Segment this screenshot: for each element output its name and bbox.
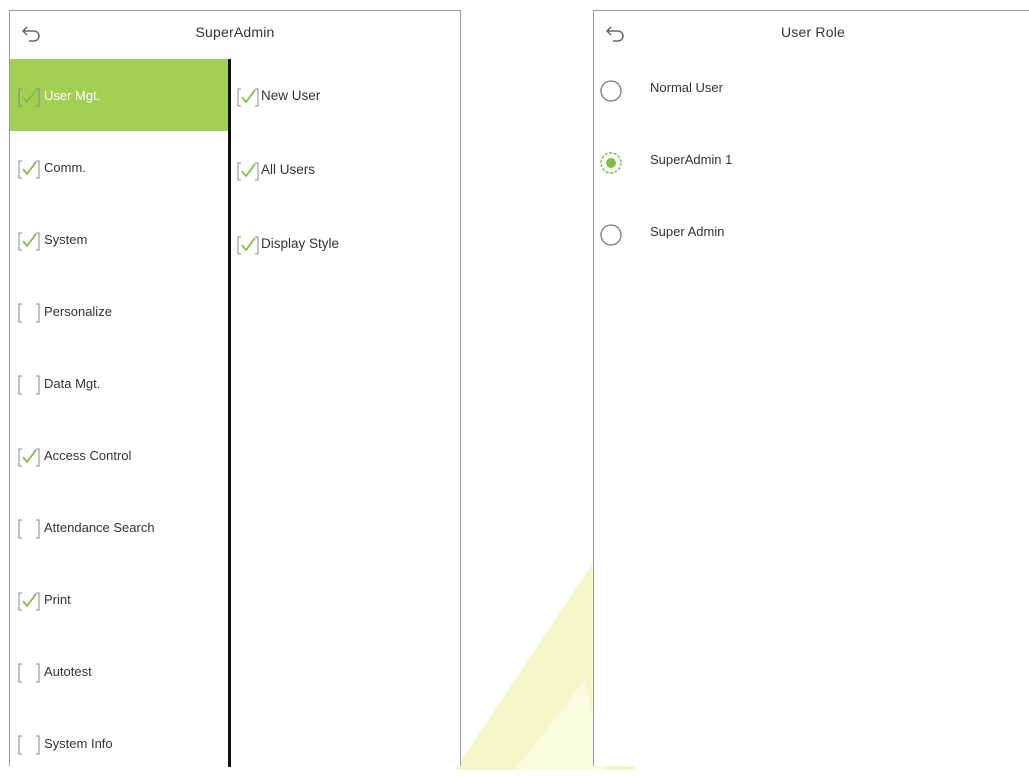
radio-selected-icon[interactable] bbox=[599, 151, 623, 175]
menu-item-label: Personalize bbox=[44, 304, 112, 319]
menu-item-label: Data Mgt. bbox=[44, 376, 101, 391]
checkbox-checked-icon bbox=[18, 448, 40, 467]
menu-item-system[interactable]: System bbox=[10, 203, 228, 275]
menu-item-system-info[interactable]: System Info bbox=[10, 707, 228, 779]
menu-item-label: System Info bbox=[44, 736, 113, 751]
checkbox-checked-icon bbox=[18, 592, 40, 611]
checkbox-unchecked-icon bbox=[18, 519, 40, 539]
menu-item-access-control[interactable]: Access Control bbox=[10, 419, 228, 491]
checkbox-unchecked-icon bbox=[18, 375, 40, 395]
menu-item-label: System bbox=[44, 232, 88, 247]
menu-item-user-mgt[interactable]: User Mgt. bbox=[10, 59, 228, 131]
radio-unselected-icon[interactable] bbox=[599, 79, 623, 103]
role-option-label: Normal User bbox=[650, 80, 723, 95]
panel-header: User Role bbox=[594, 11, 1029, 57]
user-role-panel: User Role Normal User SuperAdmin 1 Super A… bbox=[593, 10, 1029, 766]
role-option-label: SuperAdmin 1 bbox=[650, 152, 733, 167]
checkbox-unchecked-icon bbox=[18, 735, 40, 755]
submenu-item-label: Display Style bbox=[261, 236, 340, 251]
menu-item-autotest[interactable]: Autotest bbox=[10, 635, 228, 707]
submenu-item-new-user[interactable]: New User bbox=[231, 59, 461, 131]
menu-item-comm[interactable]: Comm. bbox=[10, 131, 228, 203]
checkbox-checked-icon bbox=[18, 88, 40, 107]
role-option-superadmin-1[interactable]: SuperAdmin 1 bbox=[594, 129, 1029, 199]
radio-unselected-icon[interactable] bbox=[599, 223, 623, 247]
role-option-super-admin[interactable]: Super Admin bbox=[594, 201, 1029, 271]
checkbox-checked-icon bbox=[237, 236, 259, 255]
checkbox-checked-icon bbox=[237, 88, 259, 107]
checkbox-checked-icon bbox=[18, 160, 40, 179]
permission-submenu: New User All Users Display Style bbox=[231, 59, 461, 767]
menu-item-label: Attendance Search bbox=[44, 520, 155, 535]
checkbox-checked-icon bbox=[18, 232, 40, 251]
permission-menu: User Mgt. Comm. System Personalize Data Mgt.… bbox=[10, 59, 228, 767]
checkbox-checked-icon bbox=[237, 162, 259, 181]
checkbox-unchecked-icon bbox=[18, 663, 40, 683]
menu-item-print[interactable]: Print bbox=[10, 563, 228, 635]
submenu-item-label: All Users bbox=[261, 162, 316, 177]
menu-item-label: User Mgt. bbox=[44, 88, 101, 103]
submenu-item-display-style[interactable]: Display Style bbox=[231, 207, 461, 279]
menu-item-label: Print bbox=[44, 592, 71, 607]
submenu-item-label: New User bbox=[261, 88, 321, 103]
menu-item-data-mgt[interactable]: Data Mgt. bbox=[10, 347, 228, 419]
menu-item-attendance-search[interactable]: Attendance Search bbox=[10, 491, 228, 563]
menu-item-label: Comm. bbox=[44, 160, 86, 175]
submenu-item-all-users[interactable]: All Users bbox=[231, 133, 461, 205]
superadmin-panel: SuperAdmin User Mgt. Comm. System Personali… bbox=[9, 10, 461, 767]
panel-header: SuperAdmin bbox=[10, 11, 460, 57]
checkbox-unchecked-icon bbox=[18, 303, 40, 323]
page-title: User Role bbox=[780, 24, 846, 40]
role-option-normal-user[interactable]: Normal User bbox=[594, 57, 1029, 127]
menu-item-personalize[interactable]: Personalize bbox=[10, 275, 228, 347]
menu-item-label: Autotest bbox=[44, 664, 92, 679]
role-option-label: Super Admin bbox=[650, 224, 725, 239]
page-title: SuperAdmin bbox=[195, 24, 275, 40]
menu-item-label: Access Control bbox=[44, 448, 132, 463]
